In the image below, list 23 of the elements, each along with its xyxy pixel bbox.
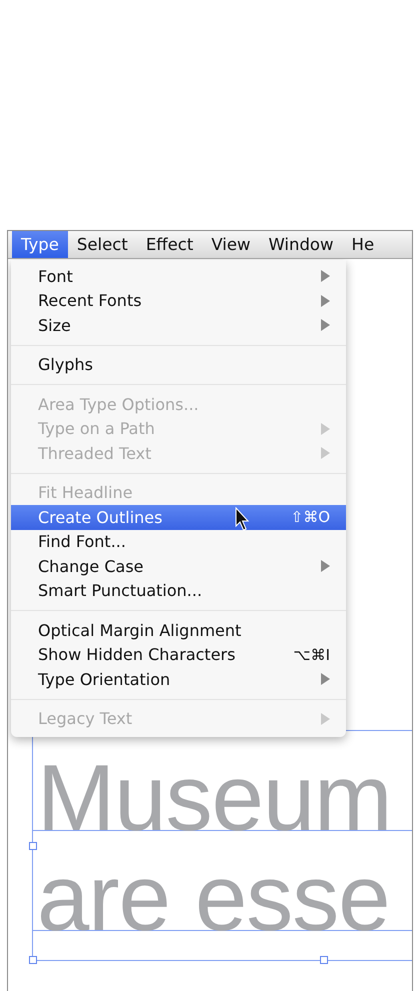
headline-text: are esse bbox=[37, 848, 390, 931]
menu-item[interactable]: Recent Fonts bbox=[11, 288, 346, 313]
menu-item[interactable]: Create Outlines ⇧⌘O bbox=[11, 505, 346, 530]
menu-item[interactable]: Glyphs bbox=[11, 352, 346, 377]
menu-item[interactable]: Show Hidden Characters ⌥⌘I bbox=[11, 642, 346, 667]
selection-handle[interactable] bbox=[320, 956, 328, 964]
selection-handle[interactable] bbox=[29, 842, 37, 850]
menu-bar-item[interactable]: Window bbox=[259, 231, 343, 258]
menu-item[interactable]: Font bbox=[11, 264, 346, 288]
menu-bar-item[interactable]: View bbox=[202, 231, 260, 258]
menu-item[interactable]: Smart Punctuation... bbox=[11, 578, 346, 603]
menu-bar-item[interactable]: He bbox=[342, 231, 384, 258]
menu-item[interactable]: Find Font... bbox=[11, 530, 346, 554]
menu-item[interactable]: Optical Margin Alignment bbox=[11, 618, 346, 642]
headline-text: Museum bbox=[37, 748, 392, 831]
menu-bar-item[interactable]: Effect bbox=[136, 231, 202, 258]
menu-bar-item[interactable]: Type bbox=[12, 231, 68, 258]
selection-handle[interactable] bbox=[29, 956, 37, 964]
menu-bar-item[interactable]: Select bbox=[68, 231, 137, 258]
menu-item[interactable]: Change Case bbox=[11, 554, 346, 578]
menu-item[interactable]: Type Orientation bbox=[11, 667, 346, 692]
pointer-icon bbox=[235, 507, 250, 531]
menu-item[interactable]: Size bbox=[11, 313, 346, 338]
